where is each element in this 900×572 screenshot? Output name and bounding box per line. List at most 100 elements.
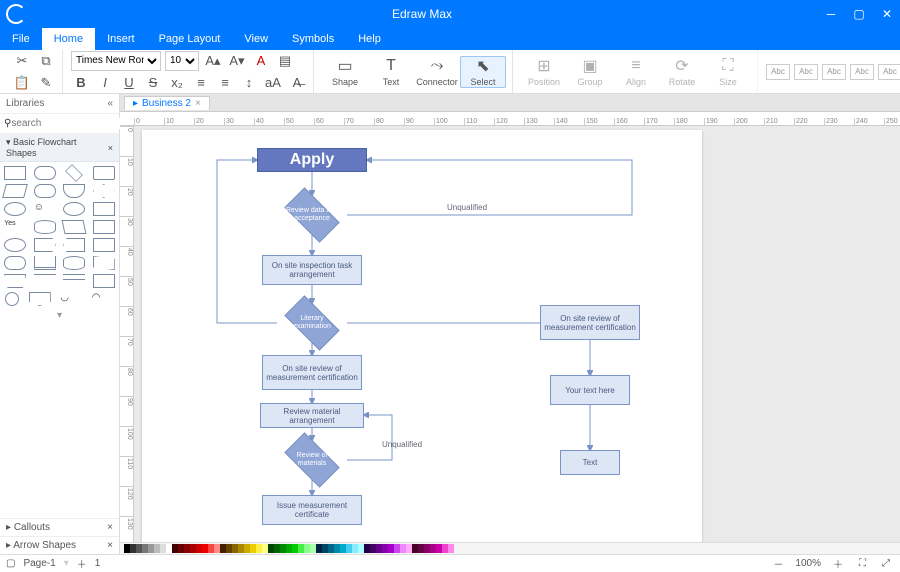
shape-rect4[interactable] [93,220,115,234]
node-review-data[interactable]: Review data and acceptance [277,195,347,235]
italic-icon[interactable]: I [95,73,115,93]
shape-yes[interactable]: Yes [4,220,26,234]
shape-diamond2[interactable] [93,184,115,198]
font-color-icon[interactable]: A [251,51,271,71]
canvas[interactable]: Apply Review data and acceptance Unquali… [134,126,900,542]
close-category-icon[interactable]: × [108,143,113,153]
clear-format-icon[interactable]: A̶ [287,73,307,93]
font-name-select[interactable]: Times New Roman [71,51,161,71]
shape-circle[interactable] [63,202,85,216]
node-your-text[interactable]: Your text here [550,375,630,405]
shape-blank[interactable]: ◡ [60,292,82,306]
node-onsite-meas2[interactable]: On site review of measurement certificat… [540,305,640,340]
menu-page-layout[interactable]: Page Layout [147,28,233,50]
node-onsite-review[interactable]: On site review of measurement certificat… [262,355,362,390]
maximize-button[interactable]: ▢ [852,7,866,21]
shape-para2[interactable] [62,220,87,234]
style-chip[interactable]: Abc [766,64,790,80]
shape-rect2[interactable] [93,166,115,180]
fit-page-button[interactable]: ⛶ [855,558,870,569]
node-apply[interactable]: Apply [257,148,367,172]
document-tab[interactable]: ▸Business 2× [124,96,210,110]
category-arrows[interactable]: Arrow Shapes [13,540,76,551]
zoom-out-button[interactable]: － [769,556,787,571]
close-button[interactable]: ✕ [880,7,894,21]
menu-home[interactable]: Home [42,28,95,50]
shape-cylinder[interactable] [34,220,56,234]
shape-tool[interactable]: ▭Shape [322,57,368,87]
shape-ellipse[interactable] [4,202,26,216]
position-tool[interactable]: ⊞Position [521,57,567,87]
pages-icon[interactable]: ▢ [6,558,15,569]
color-bar[interactable] [120,542,900,554]
style-chip[interactable]: Abc [794,64,818,80]
shape-blank2[interactable]: ◠ [92,292,114,306]
shape-line[interactable] [34,274,56,288]
page-name[interactable]: Page-1 [23,558,55,569]
fullscreen-button[interactable]: ⤢ [878,558,894,569]
rotate-tool[interactable]: ⟳Rotate [659,57,705,87]
node-review-mat-arr[interactable]: Review material arrangement [260,403,364,428]
shape-disk[interactable] [63,256,85,270]
menu-symbols[interactable]: Symbols [280,28,346,50]
bullets-icon[interactable]: ≡ [191,73,211,93]
subscript-icon[interactable]: x₂ [167,73,187,93]
underline-icon[interactable]: U [119,73,139,93]
color-swatch[interactable] [448,544,454,553]
menu-file[interactable]: File [0,28,42,50]
select-tool[interactable]: ⬉Select [460,56,506,88]
copy-icon[interactable]: ⧉ [36,51,56,71]
shape-trap[interactable] [4,274,26,288]
cut-icon[interactable]: ✂ [12,51,32,71]
shape-parallelogram[interactable] [2,184,28,198]
shape-person[interactable]: ☺ [34,202,56,216]
shape-lines2[interactable] [63,274,85,280]
category-flowchart[interactable]: Basic Flowchart Shapes [6,137,77,158]
shape-tag[interactable] [34,238,56,252]
shape-pill[interactable] [34,184,56,198]
zoom-in-button[interactable]: ＋ [829,556,847,571]
highlight-icon[interactable]: ▤ [275,51,295,71]
decrease-font-icon[interactable]: A▾ [227,51,247,71]
close-tab-icon[interactable]: × [195,98,201,109]
shape-tag2[interactable] [63,238,85,252]
node-literary[interactable]: Literary examination [277,303,347,343]
node-onsite-task[interactable]: On site inspection task arrangement [262,255,362,285]
shape-rect5[interactable] [93,238,115,252]
text-color-icon[interactable]: aA [263,73,283,93]
shape-para3[interactable] [93,256,115,270]
node-issue-cert[interactable]: Issue measurement certificate [262,495,362,525]
menu-insert[interactable]: Insert [95,28,147,50]
shape-doc[interactable] [63,184,85,198]
node-text[interactable]: Text [560,450,620,475]
increase-font-icon[interactable]: A▴ [203,51,223,71]
category-callouts[interactable]: Callouts [14,522,50,533]
shape-roundrect[interactable] [34,166,56,180]
close-cat-icon[interactable]: × [107,522,113,533]
shape-round[interactable] [4,256,26,270]
shape-shield[interactable] [29,292,51,306]
shape-rect[interactable] [4,166,26,180]
collapse-library-icon[interactable]: « [107,98,113,109]
text-tool[interactable]: TText [368,57,414,87]
node-review-mat[interactable]: Review of materials [277,440,347,480]
page[interactable]: Apply Review data and acceptance Unquali… [142,130,702,542]
font-size-select[interactable]: 10 [165,51,199,71]
shape-diamond[interactable] [65,164,83,182]
shape-oval[interactable] [4,238,26,252]
paste-icon[interactable]: 📋 [12,73,32,93]
line-spacing-icon[interactable]: ↕ [239,73,259,93]
bold-icon[interactable]: B [71,73,91,93]
style-chip[interactable]: Abc [822,64,846,80]
format-painter-icon[interactable]: ✎ [36,73,56,93]
align-tool[interactable]: ≡Align [613,57,659,87]
shape-lines[interactable] [34,256,56,270]
connector-tool[interactable]: ⤳Connector [414,57,460,87]
menu-help[interactable]: Help [346,28,393,50]
size-tool[interactable]: ⛶Size [705,57,751,87]
style-chip[interactable]: Abc [878,64,900,80]
minimize-button[interactable]: ─ [824,7,838,21]
shape-smallcircle[interactable] [5,292,19,306]
style-chip[interactable]: Abc [850,64,874,80]
shape-rect6[interactable] [93,274,115,288]
